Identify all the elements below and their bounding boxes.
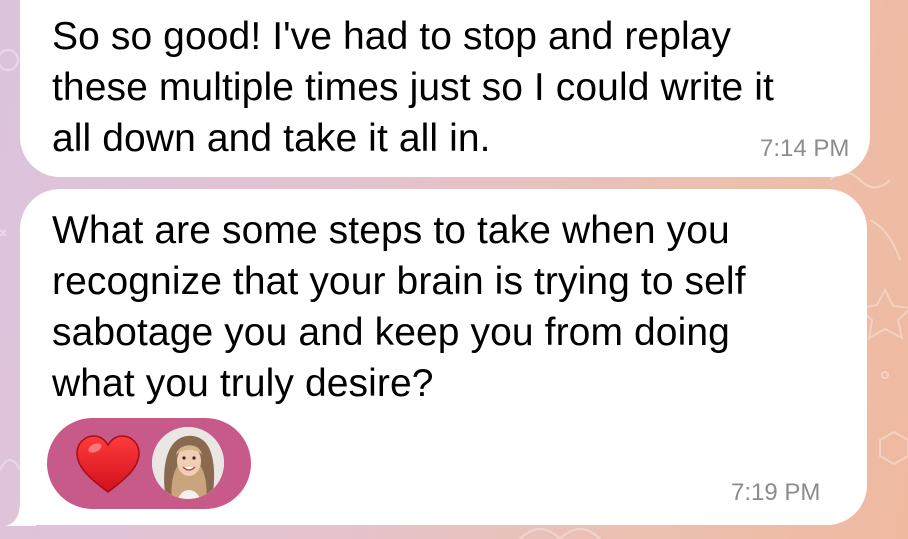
reaction-pill[interactable] — [47, 418, 251, 509]
doodle-hex — [879, 430, 908, 466]
doodle-arc — [0, 459, 21, 471]
user-avatar[interactable] — [152, 427, 224, 499]
doodle-dot — [881, 371, 889, 379]
bubble-tail — [6, 500, 36, 526]
heart-icon — [76, 434, 140, 493]
message-text: So so good! I've had to stop and replay … — [52, 15, 774, 160]
doodle-leaf — [869, 219, 901, 261]
message-text: What are some steps to take when you rec… — [52, 209, 746, 405]
message-timestamp: 7:19 PM — [731, 479, 821, 506]
doodle-sparkle — [0, 229, 7, 237]
doodle-circle — [0, 49, 19, 71]
message-timestamp: 7:14 PM — [760, 135, 850, 162]
doodle-bottom-arc — [519, 528, 601, 539]
